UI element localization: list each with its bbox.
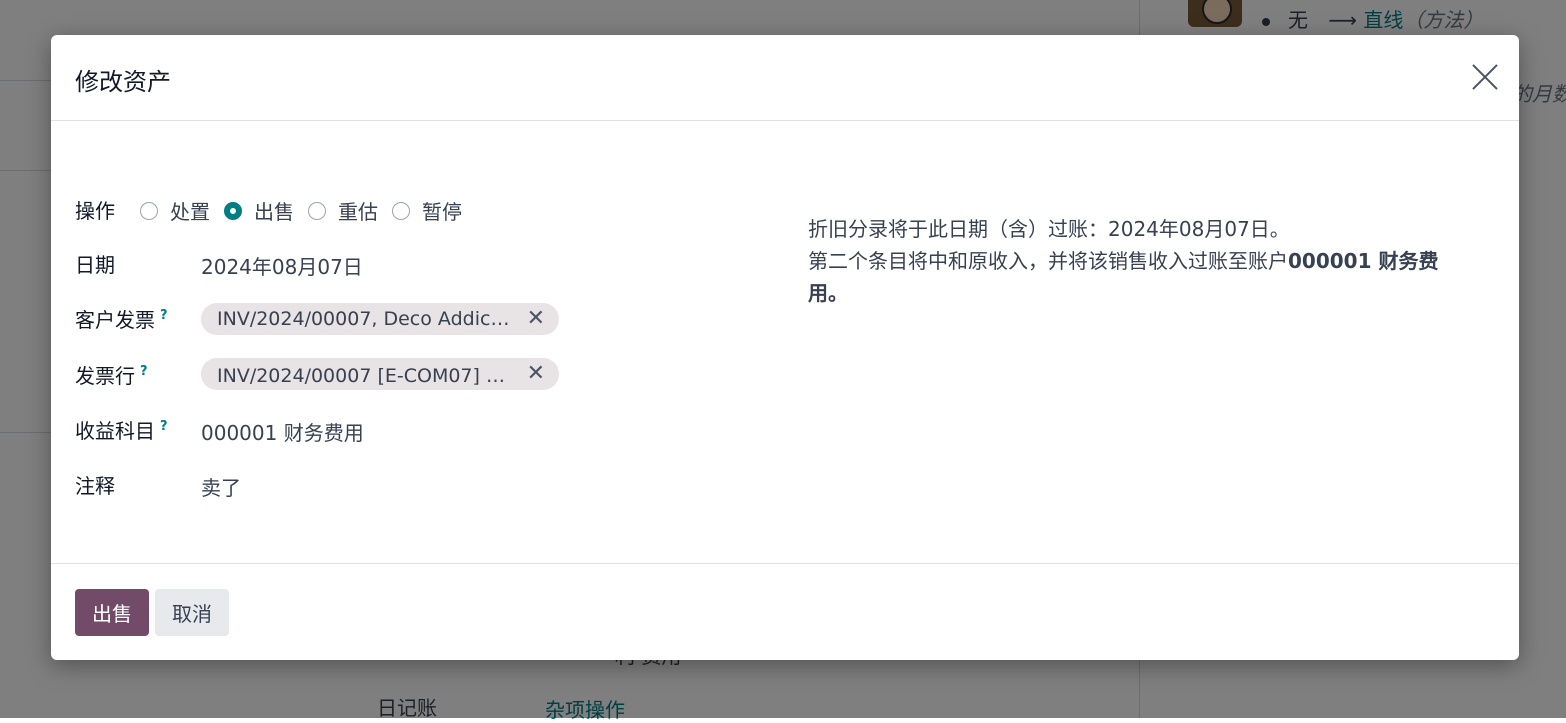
radio-circle-icon[interactable] bbox=[308, 201, 326, 220]
date-field[interactable]: 2024年08月07日 bbox=[201, 251, 363, 280]
close-icon[interactable] bbox=[1471, 63, 1499, 91]
note-label: 注释 bbox=[75, 474, 115, 498]
date-label: 日期 bbox=[75, 253, 115, 277]
help-tooltip-icon[interactable]: ? bbox=[160, 419, 168, 434]
dialog-title: 修改资产 bbox=[75, 68, 171, 96]
help-tooltip-icon[interactable]: ? bbox=[160, 308, 168, 323]
tag-label: INV/2024/00007, Deco Addict, 2024-08-07 bbox=[217, 308, 515, 330]
customer-invoice-label: 客户发票? bbox=[75, 308, 168, 332]
info-line: 折旧分录将于此日期（含）过账：2024年08月07日。 bbox=[808, 217, 1290, 241]
info-text: 折旧分录将于此日期（含）过账：2024年08月07日。 第二个条目将中和原收入，… bbox=[808, 213, 1468, 309]
remove-tag-icon[interactable]: ✕ bbox=[527, 306, 545, 331]
radio-dispose[interactable]: 处置 bbox=[140, 196, 210, 225]
modify-asset-dialog: 修改资产 操作 处置 出售 重估 暂停 日期 2024年08月07日 客户发票 … bbox=[51, 35, 1519, 660]
radio-circle-icon[interactable] bbox=[392, 201, 410, 220]
dialog-header: 修改资产 bbox=[51, 35, 1519, 121]
cancel-button[interactable]: 取消 bbox=[155, 589, 229, 636]
radio-checked-icon[interactable] bbox=[224, 201, 242, 220]
tag-label: INV/2024/00007 [E-COM07] 大柜子 bbox=[217, 364, 515, 387]
operation-label: 操作 bbox=[75, 199, 115, 223]
remove-tag-icon[interactable]: ✕ bbox=[527, 361, 545, 386]
customer-invoice-tag[interactable]: INV/2024/00007, Deco Addict, 2024-08-07 … bbox=[201, 303, 559, 335]
invoice-line-label: 发票行? bbox=[75, 364, 148, 388]
invoice-line-tag[interactable]: INV/2024/00007 [E-COM07] 大柜子 ✕ bbox=[201, 358, 559, 390]
radio-sell[interactable]: 出售 bbox=[224, 196, 294, 225]
dialog-body: 操作 处置 出售 重估 暂停 日期 2024年08月07日 客户发票? INV/… bbox=[51, 121, 1519, 563]
radio-revalue[interactable]: 重估 bbox=[308, 196, 378, 225]
income-account-field[interactable]: 000001 财务费用 bbox=[201, 417, 364, 446]
dialog-footer: 出售 取消 bbox=[51, 563, 1519, 660]
radio-circle-icon[interactable] bbox=[140, 201, 158, 220]
operation-radio-group: 处置 出售 重估 暂停 bbox=[140, 196, 476, 225]
income-account-label: 收益科目? bbox=[75, 419, 168, 443]
note-field[interactable]: 卖了 bbox=[201, 472, 241, 501]
info-line: 第二个条目将中和原收入，并将该销售收入过账至账户000001 财务费用。 bbox=[808, 249, 1439, 305]
help-tooltip-icon[interactable]: ? bbox=[140, 364, 148, 379]
radio-pause[interactable]: 暂停 bbox=[392, 196, 462, 225]
sell-button[interactable]: 出售 bbox=[75, 589, 149, 636]
